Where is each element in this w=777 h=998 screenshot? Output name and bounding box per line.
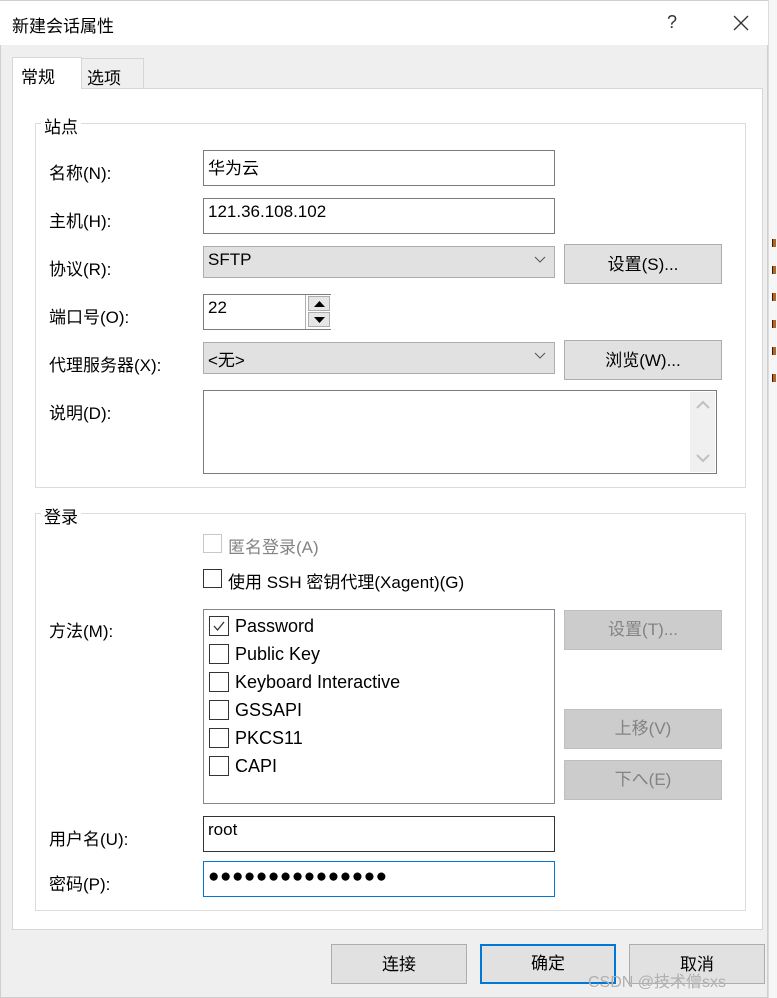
move-up-button[interactable]: 上移(V) [564,709,722,749]
password-input[interactable]: ●●●●●●●●●●●●●●● [203,861,555,897]
proxy-label: 代理服务器(X): [49,356,162,375]
method-checkbox[interactable] [209,700,229,720]
username-input[interactable]: root [203,816,555,852]
method-checkbox[interactable] [209,644,229,664]
protocol-select[interactable]: SFTP [203,246,555,278]
scroll-down-icon [696,454,710,463]
site-group-title: 站点 [41,113,81,138]
background-window-edge [768,0,777,998]
dialog-title: 新建会话属性 [12,17,114,36]
port-label: 端口号(O): [49,308,130,327]
help-button[interactable]: ? [660,10,684,34]
move-down-button[interactable]: 下へ(E) [564,760,722,800]
anonymous-login-label: 匿名登录(A) [228,538,319,557]
background-marker [772,347,776,355]
auth-method-list[interactable]: Password Public Key Keyboard Interactive… [203,609,555,804]
method-item-pkcs11[interactable]: PKCS11 [209,724,303,752]
host-input[interactable]: 121.36.108.102 [203,198,555,234]
description-scrollbar[interactable] [690,392,715,472]
port-decrement-button[interactable] [308,312,330,327]
method-checkbox[interactable] [209,616,229,636]
method-label-text: PKCS11 [235,727,303,748]
proxy-browse-button[interactable]: 浏览(W)... [564,340,722,380]
login-group-title: 登录 [41,503,81,528]
close-button[interactable] [728,10,754,36]
description-label: 说明(D): [49,404,112,423]
title-bar [0,1,768,45]
ssh-agent-label: 使用 SSH 密钥代理(Xagent)(G) [228,573,465,592]
name-label: 名称(N): [49,164,112,183]
method-label-text: Password [235,615,315,636]
watermark: CSDN @技术僧sxs [588,974,727,991]
method-settings-button[interactable]: 设置(T)... [564,610,722,650]
method-item-gssapi[interactable]: GSSAPI [209,696,302,724]
password-label: 密码(P): [49,875,111,894]
method-label-text: CAPI [235,755,278,776]
ssh-agent-checkbox[interactable] [203,569,222,588]
method-checkbox[interactable] [209,728,229,748]
method-checkbox[interactable] [209,756,229,776]
background-marker [772,293,776,301]
tab-options[interactable]: 选项 [81,58,144,89]
scroll-up-icon [696,400,710,409]
method-item-keyboard-interactive[interactable]: Keyboard Interactive [209,668,400,696]
tab-general[interactable]: 常规 [12,57,82,89]
host-label: 主机(H): [49,212,112,231]
protocol-settings-button[interactable]: 设置(S)... [564,244,722,284]
arrow-up-icon [314,301,325,307]
background-marker [772,320,776,328]
anonymous-login-checkbox[interactable] [203,534,222,553]
chevron-down-icon [534,352,546,359]
method-label-text: Public Key [235,643,321,664]
background-marker [772,374,776,382]
protocol-value: SFTP [208,250,252,269]
port-spinner[interactable] [305,295,331,329]
chevron-down-icon [534,256,546,263]
description-textarea[interactable] [203,390,717,474]
arrow-down-icon [314,317,325,323]
protocol-label: 协议(R): [49,260,112,279]
close-icon [733,15,749,31]
method-label-text: Keyboard Interactive [235,671,401,692]
proxy-select[interactable]: <无> [203,342,555,374]
method-item-capi[interactable]: CAPI [209,752,277,780]
connect-button[interactable]: 连接 [331,944,467,984]
name-input[interactable]: 华为云 [203,150,555,186]
method-item-public-key[interactable]: Public Key [209,640,320,668]
background-marker [772,239,776,247]
background-marker [772,266,776,274]
checkmark-icon [213,621,225,632]
port-increment-button[interactable] [308,296,330,311]
method-label: 方法(M): [49,622,114,641]
method-label-text: GSSAPI [235,699,303,720]
username-label: 用户名(U): [49,830,129,849]
proxy-value: <无> [208,351,245,370]
method-checkbox[interactable] [209,672,229,692]
method-item-password[interactable]: Password [209,612,314,640]
